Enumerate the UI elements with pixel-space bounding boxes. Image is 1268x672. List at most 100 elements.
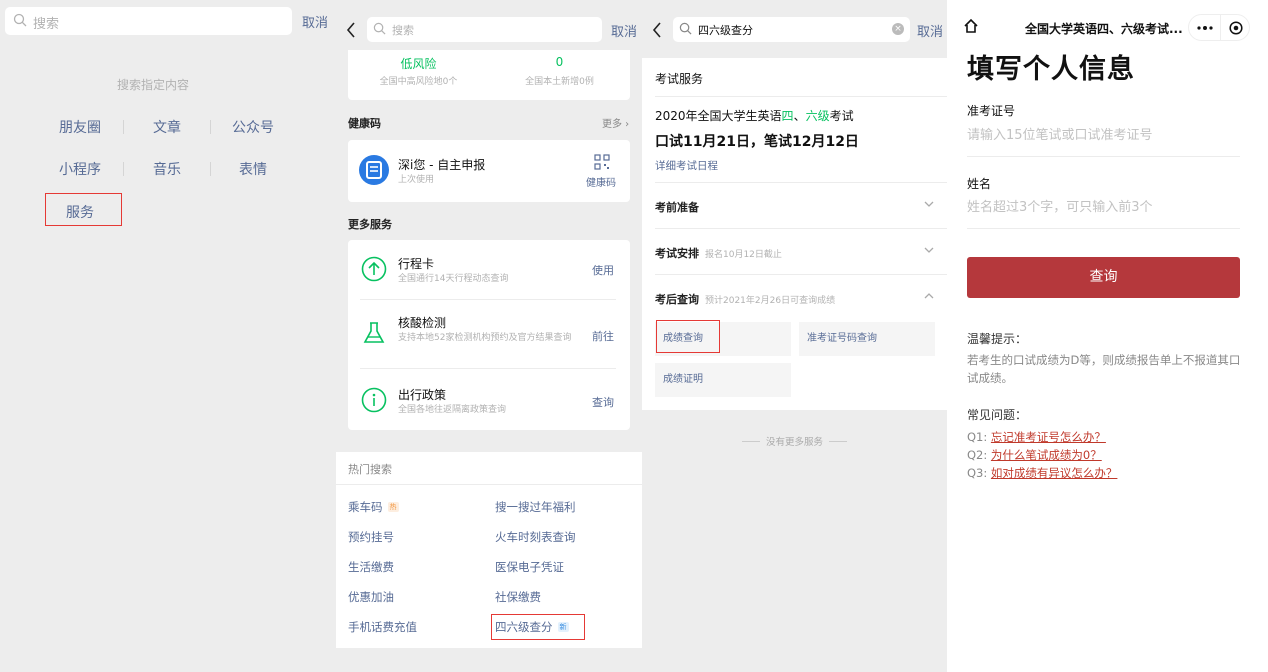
hot-item[interactable]: 火车时刻表查询: [495, 529, 576, 545]
risk-level: 低风险: [400, 57, 437, 71]
schedule-link[interactable]: 详细考试日程: [655, 158, 718, 173]
hot-search-title: 热门搜索: [348, 463, 392, 476]
admission-number-label: 准考证号: [967, 104, 1016, 118]
no-more-services: 没有更多服务: [642, 434, 947, 448]
health-code-button[interactable]: 健康码: [586, 174, 616, 189]
cancel-button[interactable]: 取消: [302, 12, 328, 31]
home-icon[interactable]: [963, 18, 979, 34]
highlight-box: [656, 320, 720, 353]
score-certificate-button[interactable]: 成绩证明: [655, 363, 791, 397]
divider: [360, 299, 616, 300]
divider: [655, 274, 947, 275]
exam-title[interactable]: 2020年全国大学生英语四、六级考试: [655, 107, 854, 124]
form-heading: 填写个人信息: [967, 54, 1135, 85]
more-icon[interactable]: [1197, 26, 1213, 30]
chevron-down-icon[interactable]: [924, 246, 934, 254]
highlight-box: [491, 614, 585, 640]
cancel-button[interactable]: 取消: [917, 21, 943, 40]
hot-item[interactable]: 手机话费充值: [348, 619, 417, 635]
service-title-nucleic-test[interactable]: 核酸检测: [398, 314, 446, 331]
faq-link[interactable]: 如对成绩有异议怎么办？: [991, 466, 1118, 480]
row-exam-arrangement[interactable]: 考试安排 报名10月12日截止: [655, 245, 782, 261]
search-input[interactable]: 搜索: [5, 7, 292, 35]
category-official-accounts[interactable]: 公众号: [223, 117, 283, 137]
divider: [1220, 15, 1221, 40]
hot-item[interactable]: 优惠加油: [348, 589, 394, 605]
name-label: 姓名: [967, 177, 992, 191]
search-placeholder: 搜索: [392, 24, 414, 37]
new-cases-value: 0: [555, 55, 564, 69]
more-link[interactable]: 更多 ›: [602, 115, 629, 130]
go-button[interactable]: 前往: [592, 328, 614, 344]
service-sub-nucleic-test: 支持本地52家检测机构预约及官方结果查询: [398, 333, 572, 343]
hot-item[interactable]: 医保电子凭证: [495, 559, 564, 575]
exam-service-card: 考试服务 2020年全国大学生英语四、六级考试 口试11月21日，笔试12月12…: [642, 58, 947, 410]
query-button[interactable]: 查询: [592, 394, 614, 410]
services-card: 行程卡 全国通行14天行程动态查询 使用 核酸检测 支持本地52家检测机构预约及…: [348, 240, 630, 430]
category-moments[interactable]: 朋友圈: [50, 117, 110, 137]
more-services-title: 更多服务: [348, 218, 392, 231]
exam-dates: 口试11月21日，笔试12月12日: [655, 134, 859, 150]
chevron-down-icon[interactable]: [924, 200, 934, 208]
divider: [967, 156, 1240, 157]
search-icon: [13, 13, 27, 27]
submit-query-button[interactable]: 查询: [967, 257, 1240, 298]
service-sub-itinerary: 全国通行14天行程动态查询: [398, 274, 509, 284]
qr-code-icon: [594, 154, 610, 170]
divider: [123, 162, 124, 176]
page-title: 全国大学英语四、六级考试...: [1025, 22, 1183, 36]
faq-link[interactable]: 忘记准考证号怎么办？: [991, 430, 1106, 444]
health-app-title: 深i您 - 自主申报: [398, 158, 486, 172]
hot-item[interactable]: 乘车码热: [348, 499, 399, 515]
row-post-exam-query[interactable]: 考后查询 预计2021年2月26日可查询成绩: [655, 291, 835, 307]
category-articles[interactable]: 文章: [137, 117, 197, 137]
divider: [360, 368, 616, 369]
search-placeholder: 搜索: [33, 17, 60, 32]
faq-link[interactable]: 为什么笔试成绩为0？: [991, 448, 1102, 462]
exam-service-panel: 四六级查分 × 取消 考试服务 2020年全国大学生英语四、六级考试 口试11月…: [642, 0, 947, 672]
hot-tag: 热: [387, 502, 399, 512]
service-title-itinerary[interactable]: 行程卡: [398, 255, 434, 272]
tip-title: 温馨提示：: [967, 332, 1028, 346]
hot-item[interactable]: 预约挂号: [348, 529, 394, 545]
hot-item[interactable]: 生活缴费: [348, 559, 394, 575]
admission-number-query-button[interactable]: 准考证号码查询: [799, 322, 935, 356]
faq-item: Q1: 忘记准考证号怎么办？: [967, 430, 1106, 444]
service-title-travel-policy[interactable]: 出行政策: [398, 386, 446, 403]
row-pre-exam[interactable]: 考前准备: [655, 199, 699, 215]
category-mini-programs[interactable]: 小程序: [50, 159, 110, 179]
category-stickers[interactable]: 表情: [223, 159, 283, 179]
risk-card[interactable]: 低风险 全国中高风险地0个 0 全国本土新增0例: [348, 50, 630, 100]
divider: [967, 228, 1240, 229]
health-app-card[interactable]: 深i您 - 自主申报 上次使用 健康码: [348, 140, 630, 202]
risk-area-count: 全国中高风险地0个: [379, 77, 458, 87]
clear-icon[interactable]: ×: [892, 23, 904, 35]
name-input[interactable]: 姓名超过3个字，可只输入前3个: [967, 196, 1153, 215]
health-code-title: 健康码: [348, 117, 381, 130]
health-app-sub: 上次使用: [398, 175, 435, 185]
search-input[interactable]: 四六级查分 ×: [673, 17, 910, 42]
search-input[interactable]: 搜索: [367, 17, 602, 42]
search-panel-categories: 搜索 取消 搜索指定内容 朋友圈 文章 公众号 小程序 音乐 表情 服务: [0, 0, 336, 672]
section-title: 考试服务: [655, 72, 704, 86]
faq-title: 常见问题：: [967, 408, 1028, 422]
cancel-button[interactable]: 取消: [611, 21, 637, 40]
app-logo: [359, 155, 389, 185]
capsule-menu: [1188, 14, 1250, 41]
service-sub-travel-policy: 全国各地往返隔离政策查询: [398, 405, 507, 415]
hot-search-section: 热门搜索 乘车码热 预约挂号 生活缴费 优惠加油 手机话费充值 搜一搜过年福利 …: [336, 452, 642, 648]
chevron-up-icon[interactable]: [924, 292, 934, 300]
category-music[interactable]: 音乐: [137, 159, 197, 179]
info-icon: [361, 387, 387, 413]
divider: [336, 484, 642, 485]
hot-item[interactable]: 社保缴费: [495, 589, 541, 605]
back-icon[interactable]: [346, 22, 356, 38]
use-button[interactable]: 使用: [592, 262, 614, 278]
back-icon[interactable]: [652, 22, 662, 38]
divider: [210, 120, 211, 134]
faq-item: Q2: 为什么笔试成绩为0？: [967, 448, 1102, 462]
search-icon: [373, 22, 386, 35]
admission-number-input[interactable]: 请输入15位笔试或口试准考证号: [967, 124, 1153, 143]
close-mini-program-icon[interactable]: [1229, 21, 1243, 35]
hot-item[interactable]: 搜一搜过年福利: [495, 499, 576, 515]
